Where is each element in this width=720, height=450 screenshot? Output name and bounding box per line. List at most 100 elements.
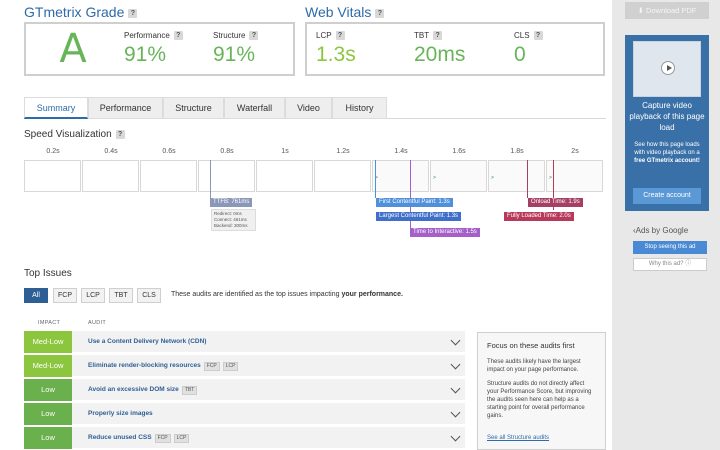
audit-title[interactable]: Properly size images (88, 403, 153, 425)
help-icon[interactable]: ? (115, 129, 125, 139)
ttfb-marker: TTFB: 761ms (210, 198, 253, 207)
issue-row[interactable]: Low Reduce unused CSS FCP LCP (24, 427, 465, 449)
cls-value: 0 (514, 43, 526, 66)
chevron-down-icon[interactable] (450, 383, 461, 394)
impact-column-header: IMPACT (38, 320, 61, 326)
create-account-button[interactable]: Create account (633, 188, 701, 204)
filter-fcp[interactable]: FCP (53, 288, 77, 303)
tti-marker: Time to Interactive: 1.5s (410, 228, 480, 237)
filmstrip-frame[interactable] (198, 160, 255, 192)
structure-label: Structure (213, 31, 246, 40)
ttfb-breakdown: Redirect: 0ms Connect: 461ms Backend: 30… (211, 209, 256, 231)
chevron-down-icon[interactable] (450, 431, 461, 442)
filmstrip-frame[interactable] (24, 160, 81, 192)
chevron-down-icon[interactable] (450, 359, 461, 370)
audit-title[interactable]: Use a Content Delivery Network (CDN) (88, 331, 206, 353)
fcp-marker: First Contentful Paint: 1.3s (376, 198, 453, 207)
tbt-value: 20ms (414, 43, 466, 66)
focus-text-2: Structure audits do not directly affect … (487, 381, 592, 419)
audit-title[interactable]: Reduce unused CSS FCP LCP (88, 427, 190, 449)
ttfb-line (210, 160, 211, 198)
focus-audits-box: Focus on these audits first These audits… (477, 332, 606, 450)
grade-title: GTmetrix Grade? (24, 4, 138, 20)
download-pdf-button[interactable]: ⬇ Download PDF (625, 2, 709, 19)
audit-title[interactable]: Avoid an excessive DOM size TBT (88, 379, 198, 401)
audit-title[interactable]: Eliminate render-blocking resources FCP LC… (88, 355, 239, 377)
tab-structure[interactable]: Structure (163, 97, 224, 119)
help-icon[interactable]: ? (335, 31, 345, 41)
tab-performance[interactable]: Performance (88, 97, 163, 119)
metric-tag: FCP (203, 362, 220, 371)
lcp-value: 1.3s (316, 43, 356, 66)
stop-seeing-ad-button[interactable]: Stop seeing this ad (633, 241, 707, 254)
help-icon[interactable]: ? (249, 31, 259, 41)
filter-all[interactable]: All (24, 288, 48, 303)
help-icon[interactable]: ? (533, 31, 543, 41)
filmstrip-frame[interactable]: > (546, 160, 603, 192)
tab-summary[interactable]: Summary (24, 97, 88, 119)
issue-row[interactable]: Med-Low Use a Content Delivery Network (… (24, 331, 465, 353)
help-icon[interactable]: ? (433, 31, 443, 41)
web-vitals-box: LCP? 1.3s TBT? 20ms CLS? 0 (305, 22, 605, 76)
filter-tbt[interactable]: TBT (109, 288, 133, 303)
onload-marker: Onload Time: 1.9s (528, 198, 583, 207)
filmstrip-frame[interactable] (256, 160, 313, 192)
chevron-down-icon[interactable] (450, 407, 461, 418)
report-tabs: Summary Performance Structure Waterfall … (24, 97, 606, 119)
tick-label: 1.4s (394, 148, 408, 155)
tab-waterfall[interactable]: Waterfall (224, 97, 285, 119)
ad-heading: Capture video playback of this page load (629, 101, 705, 132)
filmstrip-frame[interactable]: > (488, 160, 545, 192)
why-this-ad-button[interactable]: Why this ad? ⓘ (633, 258, 707, 271)
tick-label: 1.2s (336, 148, 350, 155)
impact-badge: Med-Low (24, 331, 72, 353)
tick-label: 1s (281, 148, 289, 155)
tick-label: 2s (571, 148, 579, 155)
page-thumbnail-icon: > (433, 175, 436, 181)
top-issues-title: Top Issues (24, 268, 72, 279)
filmstrip-frame[interactable] (82, 160, 139, 192)
filmstrip: > > > > (24, 160, 606, 193)
metric-tag: LCP (222, 362, 239, 371)
tick-label: 0.2s (46, 148, 60, 155)
issue-row[interactable]: Med-Low Eliminate render-blocking resour… (24, 355, 465, 377)
filmstrip-frame[interactable]: > (372, 160, 429, 192)
performance-value: 91% (124, 43, 167, 66)
issue-row[interactable]: Low Avoid an excessive DOM size TBT (24, 379, 465, 401)
download-icon: ⬇ (637, 6, 646, 15)
filter-note: These audits are identified as the top i… (171, 291, 403, 298)
tab-history[interactable]: History (332, 97, 387, 119)
tick-label: 1.6s (452, 148, 466, 155)
lcp-label: LCP (316, 31, 332, 40)
chevron-down-icon[interactable] (450, 335, 461, 346)
impact-badge: Low (24, 379, 72, 401)
lcp-marker: Largest Contentful Paint: 1.3s (376, 212, 462, 221)
impact-badge: Low (24, 427, 72, 449)
filmstrip-frame[interactable]: > (430, 160, 487, 192)
web-vitals-title: Web Vitals? (305, 4, 385, 20)
help-icon[interactable]: ? (375, 8, 385, 18)
filmstrip-frame[interactable] (314, 160, 371, 192)
ttfb-backend: Backend: 300ms (214, 223, 248, 228)
structure-audits-link[interactable]: See all Structure audits (487, 435, 549, 441)
timeline-ticks: 0.2s 0.4s 0.6s 0.8s 1s 1.2s 1.4s 1.6s 1.… (24, 148, 606, 160)
structure-value: 91% (213, 43, 256, 66)
tab-video[interactable]: Video (285, 97, 332, 119)
ad-banner[interactable]: Capture video playback of this page load… (625, 35, 709, 211)
tick-label: 0.4s (104, 148, 118, 155)
play-icon (661, 61, 675, 75)
tick-label: 0.8s (220, 148, 234, 155)
ads-by-google: ‹Ads by Google (633, 226, 689, 235)
impact-badge: Low (24, 403, 72, 425)
filter-cls[interactable]: CLS (137, 288, 161, 303)
metric-tag: TBT (181, 386, 198, 395)
grade-letter: A (26, 24, 120, 74)
help-icon[interactable]: ? (128, 8, 138, 18)
ad-text: See how this page loads with video playb… (634, 142, 700, 164)
onload-line (527, 160, 528, 198)
issue-row[interactable]: Low Properly size images (24, 403, 465, 425)
filter-lcp[interactable]: LCP (81, 288, 105, 303)
tick-label: 1.8s (510, 148, 524, 155)
filmstrip-frame[interactable] (140, 160, 197, 192)
help-icon[interactable]: ? (173, 31, 183, 41)
